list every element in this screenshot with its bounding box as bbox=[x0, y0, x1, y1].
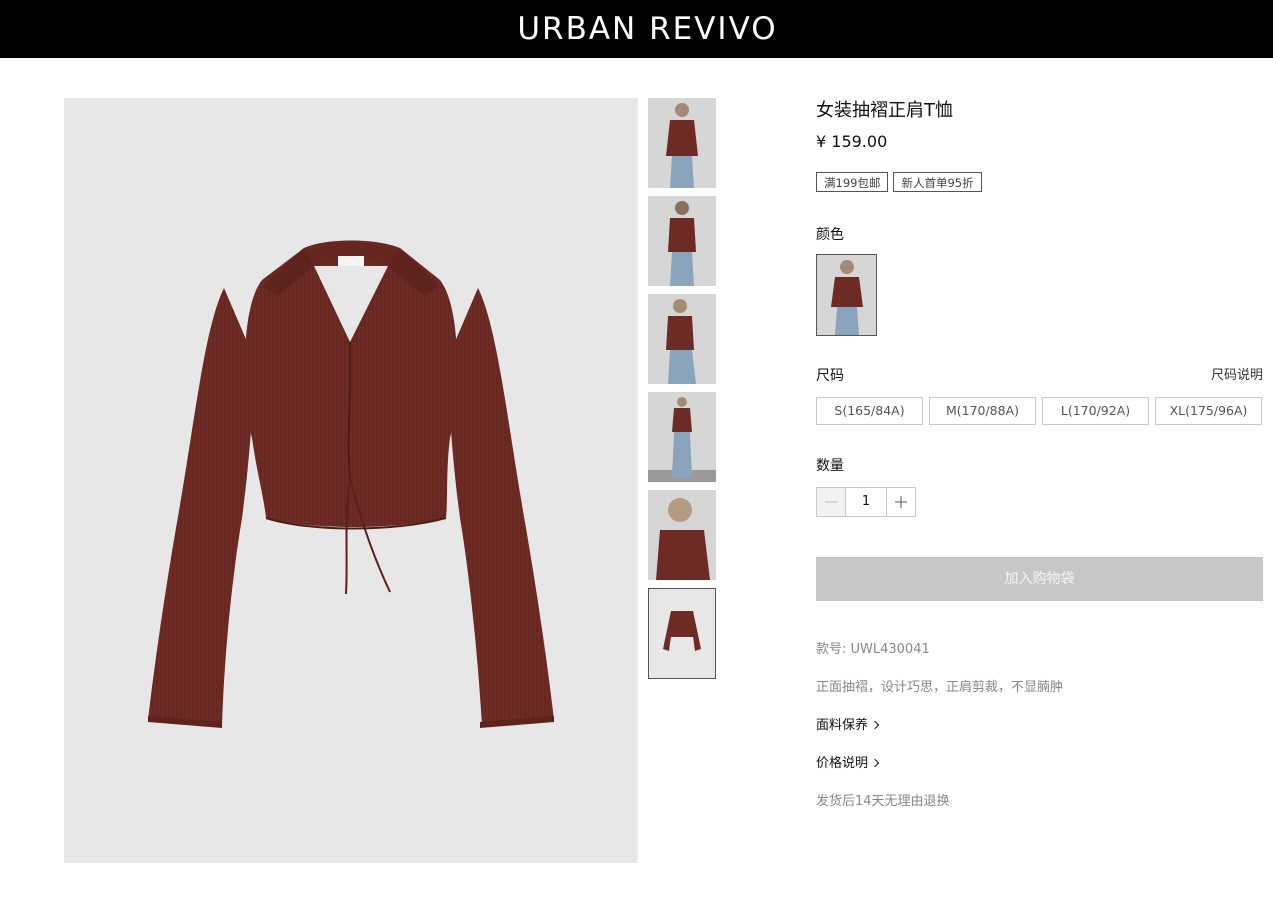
model-back-view-icon bbox=[648, 196, 716, 286]
thumbnail-2[interactable] bbox=[648, 196, 716, 286]
size-label: 尺码 bbox=[816, 368, 844, 384]
model-closeup-view-icon bbox=[648, 490, 716, 580]
model-full-length-view-icon bbox=[648, 392, 716, 482]
quantity-increase-button[interactable] bbox=[886, 487, 916, 517]
quantity-label: 数量 bbox=[816, 458, 844, 474]
thumbnail-1[interactable] bbox=[648, 98, 716, 188]
model-wearing-garment-icon bbox=[817, 255, 876, 335]
thumbnail-4[interactable] bbox=[648, 392, 716, 482]
promotion-badge: 新人首单95折 bbox=[893, 172, 982, 192]
size-option-xl[interactable]: XL(175/96A) bbox=[1155, 397, 1262, 425]
return-policy: 发货后14天无理由退换 bbox=[816, 794, 950, 809]
plus-icon bbox=[895, 496, 907, 508]
size-option-l[interactable]: L(170/92A) bbox=[1042, 397, 1149, 425]
product-price: ¥ 159.00 bbox=[816, 132, 888, 151]
size-options: S(165/84A) M(170/88A) L(170/92A) XL(175/… bbox=[816, 397, 1262, 425]
thumbnail-5[interactable] bbox=[648, 490, 716, 580]
chevron-right-icon bbox=[870, 720, 880, 730]
fabric-care-label: 面料保养 bbox=[816, 718, 869, 733]
product-sku: 款号: UWL430041 bbox=[816, 642, 930, 657]
thumbnail-3[interactable] bbox=[648, 294, 716, 384]
product-title: 女装抽褶正肩T恤 bbox=[816, 100, 953, 121]
main-product-image[interactable] bbox=[64, 98, 638, 863]
chevron-right-icon bbox=[870, 758, 880, 768]
garment-image bbox=[148, 240, 554, 728]
quantity-stepper: 1 bbox=[816, 487, 916, 517]
price-info-link[interactable]: 价格说明 bbox=[816, 754, 880, 774]
size-guide-link[interactable]: 尺码说明 bbox=[1211, 366, 1263, 386]
model-front-view-icon bbox=[648, 98, 716, 188]
minus-icon bbox=[825, 501, 837, 503]
fabric-care-link[interactable]: 面料保养 bbox=[816, 716, 880, 736]
thumbnail-6[interactable] bbox=[648, 588, 716, 679]
site-header: URBAN REVIVO bbox=[0, 0, 1273, 58]
garment-flat-view-icon bbox=[649, 589, 715, 678]
color-swatch-selected[interactable] bbox=[816, 254, 877, 336]
quantity-decrease-button[interactable] bbox=[816, 487, 846, 517]
brand-logo[interactable]: URBAN REVIVO bbox=[517, 13, 777, 45]
add-to-bag-button[interactable]: 加入购物袋 bbox=[816, 557, 1263, 601]
size-option-s[interactable]: S(165/84A) bbox=[816, 397, 923, 425]
quantity-input[interactable]: 1 bbox=[846, 487, 886, 517]
model-side-view-icon bbox=[648, 294, 716, 384]
price-info-label: 价格说明 bbox=[816, 756, 869, 771]
size-option-m[interactable]: M(170/88A) bbox=[929, 397, 1036, 425]
product-description: 正面抽褶，设计巧思，正肩剪裁，不显腩肿 bbox=[816, 680, 1064, 695]
promotion-badges: 满199包邮 新人首单95折 bbox=[816, 172, 982, 192]
color-label: 颜色 bbox=[816, 227, 844, 243]
promotion-badge: 满199包邮 bbox=[816, 172, 889, 192]
